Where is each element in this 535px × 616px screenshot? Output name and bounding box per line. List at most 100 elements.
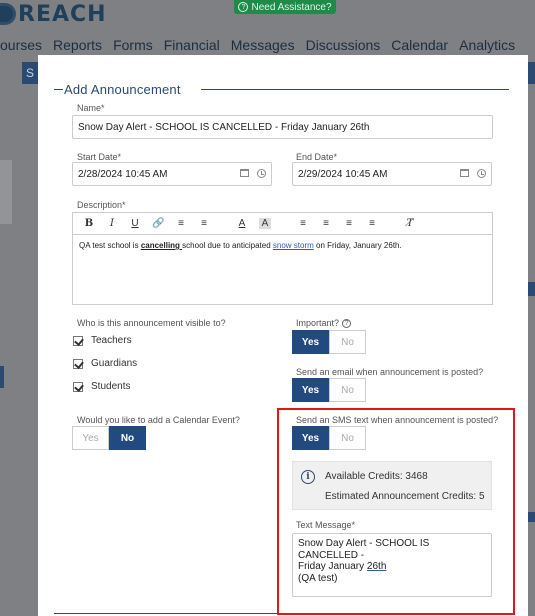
logo-mark-icon <box>0 3 16 25</box>
send-sms-yes-button[interactable]: Yes <box>292 426 329 450</box>
send-sms-toggle: Yes No <box>292 426 366 450</box>
end-date-label: End Date* <box>296 152 338 162</box>
title-rule <box>201 89 509 90</box>
background-marker <box>528 282 535 296</box>
checkbox-label: Students <box>91 381 131 392</box>
app-header: REACH ? Need Assistance? <box>0 0 535 34</box>
editor-toolbar: B I U 🔗 ≡ ≡ A A ≡ ≡ ≡ ≡ T̸ <box>73 213 492 235</box>
ordered-list-icon[interactable]: ≡ <box>175 218 187 229</box>
modal-title-text: Add Announcement <box>64 82 181 97</box>
underline-button[interactable]: U <box>129 218 141 229</box>
logo-text: REACH <box>18 1 107 27</box>
background-color-icon[interactable]: A <box>259 218 271 229</box>
info-icon: i <box>301 470 315 484</box>
nav-reports[interactable]: Reports <box>47 37 113 53</box>
background-marker <box>528 512 535 522</box>
important-toggle: Yes No <box>292 330 366 354</box>
important-yes-button[interactable]: Yes <box>292 330 329 354</box>
checkbox-checked[interactable] <box>73 335 83 346</box>
description-label: Description* <box>77 200 126 210</box>
title-rule <box>54 89 63 90</box>
editor-content[interactable]: QA test school is cancelling school due … <box>73 235 492 256</box>
text-message-line: (QA test) <box>298 572 338 584</box>
available-credits: Available Credits: 3468 <box>325 471 428 482</box>
bold-button[interactable]: B <box>83 218 95 229</box>
name-input[interactable]: Snow Day Alert - SCHOOL IS CANCELLED - F… <box>72 115 493 139</box>
add-announcement-modal: Add Announcement Name* Snow Day Alert - … <box>38 55 528 616</box>
modal-title: Add Announcement <box>54 82 509 97</box>
start-date-value: 2/28/2024 10:45 AM <box>78 168 168 180</box>
checkbox-teachers[interactable]: Teachers <box>73 335 132 346</box>
checkbox-checked[interactable] <box>73 358 83 369</box>
need-assistance-label: Need Assistance? <box>251 1 332 13</box>
text-message-label: Text Message* <box>296 520 356 530</box>
justify-icon[interactable]: ≡ <box>366 218 378 229</box>
important-no-button[interactable]: No <box>329 330 366 354</box>
send-email-toggle: Yes No <box>292 378 366 402</box>
text-message-spell-underline: 26th <box>366 561 387 572</box>
nav-discussions[interactable]: Discussions <box>300 37 392 53</box>
start-date-label: Start Date* <box>77 152 122 162</box>
background-marker <box>528 62 535 84</box>
main-nav: ourses Reports Forms Financial Messages … <box>0 34 535 56</box>
nav-financial[interactable]: Financial <box>158 37 231 53</box>
description-text: QA test school is <box>79 241 141 250</box>
important-label-text: Important? <box>296 318 340 328</box>
send-sms-no-button[interactable]: No <box>329 426 366 450</box>
name-value: Snow Day Alert - SCHOOL IS CANCELLED - F… <box>78 121 370 133</box>
align-left-icon[interactable]: ≡ <box>297 218 309 229</box>
need-assistance-button[interactable]: ? Need Assistance? <box>234 0 336 14</box>
calendar-event-toggle: Yes No <box>72 426 146 450</box>
description-bold-text: cancelling <box>140 241 183 250</box>
description-editor[interactable]: B I U 🔗 ≡ ≡ A A ≡ ≡ ≡ ≡ T̸ QA test schoo… <box>72 212 493 305</box>
link-icon[interactable]: 🔗 <box>152 218 164 229</box>
modal-bottom-rule <box>54 613 509 614</box>
help-icon: ? <box>238 2 249 12</box>
calendar-event-no-button[interactable]: No <box>109 426 146 450</box>
estimated-credits: Estimated Announcement Credits: 5 <box>325 491 485 502</box>
nav-forms[interactable]: Forms <box>107 37 164 53</box>
background-panel <box>0 160 12 224</box>
checkbox-label: Guardians <box>91 358 138 369</box>
end-date-input[interactable]: 2/29/2024 10:45 AM <box>292 162 492 186</box>
calendar-event-label: Would you like to add a Calendar Event? <box>77 415 240 425</box>
name-label: Name* <box>77 103 105 113</box>
nav-courses[interactable]: ourses <box>0 37 53 53</box>
bullet-list-icon[interactable]: ≡ <box>198 218 210 229</box>
italic-button[interactable]: I <box>106 218 118 229</box>
help-icon[interactable]: ? <box>342 319 352 329</box>
start-date-input[interactable]: 2/28/2024 10:45 AM <box>72 162 272 186</box>
description-text: on Friday, January 26th. <box>313 241 402 250</box>
description-link-text: snow storm <box>272 241 314 250</box>
send-email-yes-button[interactable]: Yes <box>292 378 329 402</box>
text-message-line: Snow Day Alert - SCHOOL IS CANCELLED - <box>298 538 433 561</box>
reach-logo[interactable]: REACH <box>0 0 107 28</box>
checkbox-students[interactable]: Students <box>73 381 130 392</box>
calendar-icon[interactable] <box>460 169 469 177</box>
background-marker <box>0 366 4 388</box>
clock-icon[interactable] <box>477 169 486 178</box>
credits-info-box: i Available Credits: 3468 Estimated Anno… <box>292 461 492 510</box>
description-text: school due to anticipated <box>182 241 273 250</box>
calendar-event-yes-button[interactable]: Yes <box>72 426 109 450</box>
checkbox-guardians[interactable]: Guardians <box>73 358 137 369</box>
calendar-icon[interactable] <box>240 169 249 177</box>
clock-icon[interactable] <box>257 169 266 178</box>
checkbox-label: Teachers <box>91 335 132 346</box>
visible-to-label: Who is this announcement visible to? <box>77 318 226 328</box>
align-center-icon[interactable]: ≡ <box>320 218 332 229</box>
text-message-input[interactable]: Snow Day Alert - SCHOOL IS CANCELLED - F… <box>292 533 492 597</box>
font-color-icon[interactable]: A <box>236 218 248 229</box>
checkbox-checked[interactable] <box>73 381 83 392</box>
nav-messages[interactable]: Messages <box>225 37 306 53</box>
end-date-value: 2/29/2024 10:45 AM <box>298 168 388 180</box>
text-message-line: Friday January <box>298 561 367 572</box>
send-email-label: Send an email when announcement is poste… <box>296 367 484 377</box>
clear-format-icon[interactable]: T̸ <box>404 218 416 229</box>
nav-calendar[interactable]: Calendar <box>385 37 459 53</box>
send-email-no-button[interactable]: No <box>329 378 366 402</box>
send-sms-label: Send an SMS text when announcement is po… <box>296 415 499 425</box>
important-label: Important?? <box>296 318 352 329</box>
nav-analytics[interactable]: Analytics <box>453 37 526 53</box>
align-right-icon[interactable]: ≡ <box>343 218 355 229</box>
